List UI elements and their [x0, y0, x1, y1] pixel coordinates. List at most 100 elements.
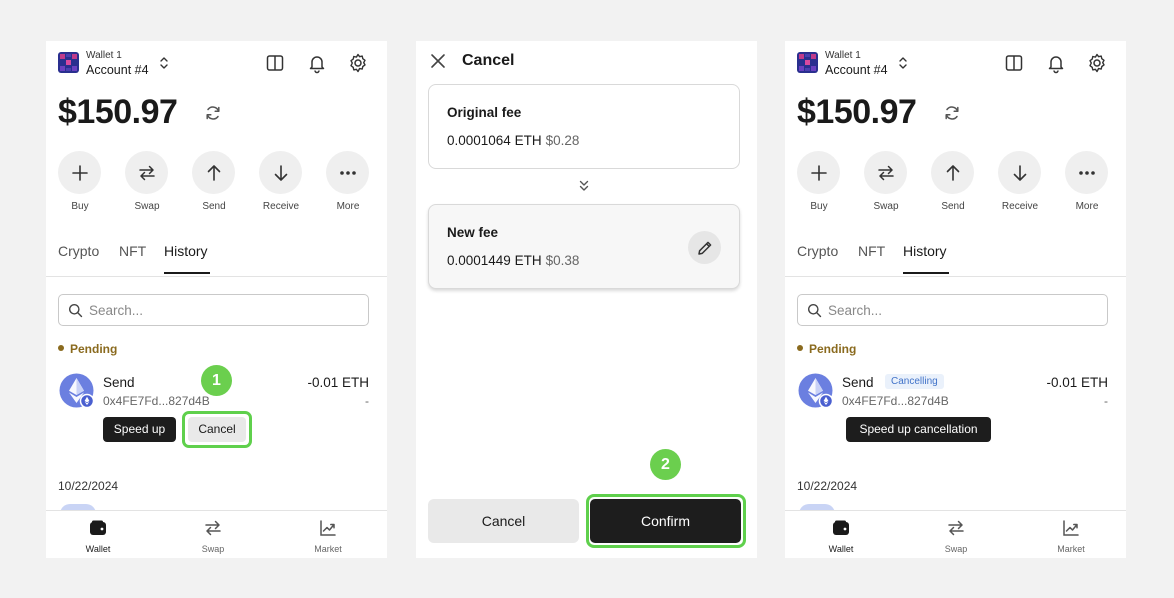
buy-button[interactable]: Buy	[58, 151, 102, 212]
swap-label: Swap	[134, 201, 160, 212]
send-button[interactable]: Send	[931, 151, 975, 212]
page-title: Cancel	[462, 52, 515, 69]
account-header[interactable]: Wallet 1 Account #4	[58, 49, 375, 81]
eth-token-icon	[58, 372, 95, 409]
tx-fiat-amount: -	[1104, 394, 1108, 408]
edit-fee-button[interactable]	[688, 231, 721, 264]
swap-label: Swap	[873, 201, 899, 212]
search-icon	[69, 304, 83, 318]
plus-icon	[71, 164, 88, 181]
pending-dot	[797, 345, 803, 351]
date-header: 10/22/2024	[58, 479, 119, 493]
buy-label: Buy	[71, 201, 89, 212]
sidepanel-icon[interactable]	[1003, 52, 1025, 74]
original-fee-value: 0.0001064 ETH $0.28	[447, 133, 579, 148]
status-badge: Cancelling	[885, 374, 944, 389]
tabs-divider	[785, 276, 1126, 277]
balance-amount: $150.97	[797, 93, 917, 131]
gear-icon[interactable]	[1086, 52, 1108, 74]
chart-icon	[1063, 520, 1079, 536]
wallet-icon	[833, 520, 849, 535]
wallet-screen-history: Wallet 1 Account #4 $150.97 Buy Swap Sen…	[46, 41, 387, 558]
swap-button[interactable]: Swap	[864, 151, 908, 212]
step-badge-2: 2	[650, 449, 681, 480]
bottom-nav: Wallet Swap Market	[46, 510, 387, 558]
chevron-updown-icon[interactable]	[158, 54, 170, 72]
balance-amount: $150.97	[58, 93, 178, 131]
nav-wallet[interactable]: Wallet	[811, 518, 871, 554]
cancel-tx-button[interactable]: Cancel	[188, 417, 246, 442]
plus-icon	[810, 164, 827, 181]
nav-market[interactable]: Market	[1041, 518, 1101, 554]
quick-actions: Buy Swap Send Receive More	[797, 151, 1114, 217]
tx-address: 0x4FE7Fd...827d4B	[842, 394, 949, 408]
receive-button[interactable]: Receive	[998, 151, 1042, 212]
tab-active-indicator	[903, 272, 949, 274]
nav-market[interactable]: Market	[298, 518, 358, 554]
wallet-icon	[90, 520, 106, 535]
nav-swap[interactable]: Swap	[926, 518, 986, 554]
tx-title: Send	[103, 375, 135, 390]
speed-up-cancellation-button[interactable]: Speed up cancellation	[846, 417, 991, 442]
buy-label: Buy	[810, 201, 828, 212]
nav-swap-label: Swap	[944, 544, 968, 554]
bell-icon[interactable]	[1045, 52, 1067, 74]
account-avatar	[58, 52, 79, 73]
account-avatar	[797, 52, 818, 73]
more-button[interactable]: More	[326, 151, 370, 212]
receive-button[interactable]: Receive	[259, 151, 303, 212]
tab-nft[interactable]: NFT	[119, 243, 146, 259]
tab-history[interactable]: History	[903, 243, 947, 259]
tx-amount: -0.01 ETH	[1046, 375, 1108, 390]
arrow-up-icon	[207, 164, 220, 181]
search-input[interactable]	[828, 300, 1098, 320]
swap-icon	[205, 520, 221, 536]
double-chevron-down-icon	[579, 180, 589, 191]
more-icon	[1078, 170, 1095, 175]
account-name: Account #4	[86, 63, 149, 77]
pending-text: Pending	[70, 342, 118, 356]
chevron-updown-icon[interactable]	[897, 54, 909, 72]
nav-swap[interactable]: Swap	[183, 518, 243, 554]
search-box[interactable]	[58, 294, 369, 326]
speed-up-button[interactable]: Speed up	[103, 417, 176, 442]
pencil-icon	[697, 241, 711, 255]
step-badge-1: 1	[201, 365, 232, 396]
close-icon[interactable]	[430, 53, 446, 69]
search-input[interactable]	[89, 300, 359, 320]
bell-icon[interactable]	[306, 52, 328, 74]
tab-crypto[interactable]: Crypto	[58, 243, 99, 259]
send-button[interactable]: Send	[192, 151, 236, 212]
nav-wallet[interactable]: Wallet	[68, 518, 128, 554]
swap-button[interactable]: Swap	[125, 151, 169, 212]
new-fee-usd: $0.38	[545, 253, 580, 268]
refresh-icon[interactable]	[943, 104, 961, 122]
nav-wallet-label: Wallet	[828, 544, 854, 554]
quick-actions: Buy Swap Send Receive More	[58, 151, 375, 217]
more-button[interactable]: More	[1065, 151, 1109, 212]
date-header: 10/22/2024	[797, 479, 858, 493]
buy-button[interactable]: Buy	[797, 151, 841, 212]
tab-crypto[interactable]: Crypto	[797, 243, 838, 259]
gear-icon[interactable]	[347, 52, 369, 74]
tab-active-indicator	[164, 272, 210, 274]
send-label: Send	[202, 201, 226, 212]
new-fee-label: New fee	[447, 225, 499, 240]
tab-nft[interactable]: NFT	[858, 243, 885, 259]
new-fee-value: 0.0001449 ETH $0.38	[447, 253, 579, 268]
cancel-transaction-screen: Cancel Original fee 0.0001064 ETH $0.28 N…	[416, 41, 757, 558]
arrow-down-icon	[1013, 164, 1026, 181]
swap-icon	[877, 165, 894, 180]
original-fee-card: Original fee 0.0001064 ETH $0.28	[428, 84, 740, 169]
sidepanel-icon[interactable]	[264, 52, 286, 74]
confirm-button[interactable]: Confirm	[590, 499, 741, 543]
nav-wallet-label: Wallet	[85, 544, 111, 554]
cancel-button[interactable]: Cancel	[428, 499, 579, 543]
refresh-icon[interactable]	[204, 104, 222, 122]
original-fee-usd: $0.28	[545, 133, 580, 148]
account-header[interactable]: Wallet 1 Account #4	[797, 49, 1114, 81]
new-fee-eth: 0.0001449 ETH	[447, 253, 542, 268]
tab-history[interactable]: History	[164, 243, 208, 259]
nav-swap-label: Swap	[201, 544, 225, 554]
search-box[interactable]	[797, 294, 1108, 326]
